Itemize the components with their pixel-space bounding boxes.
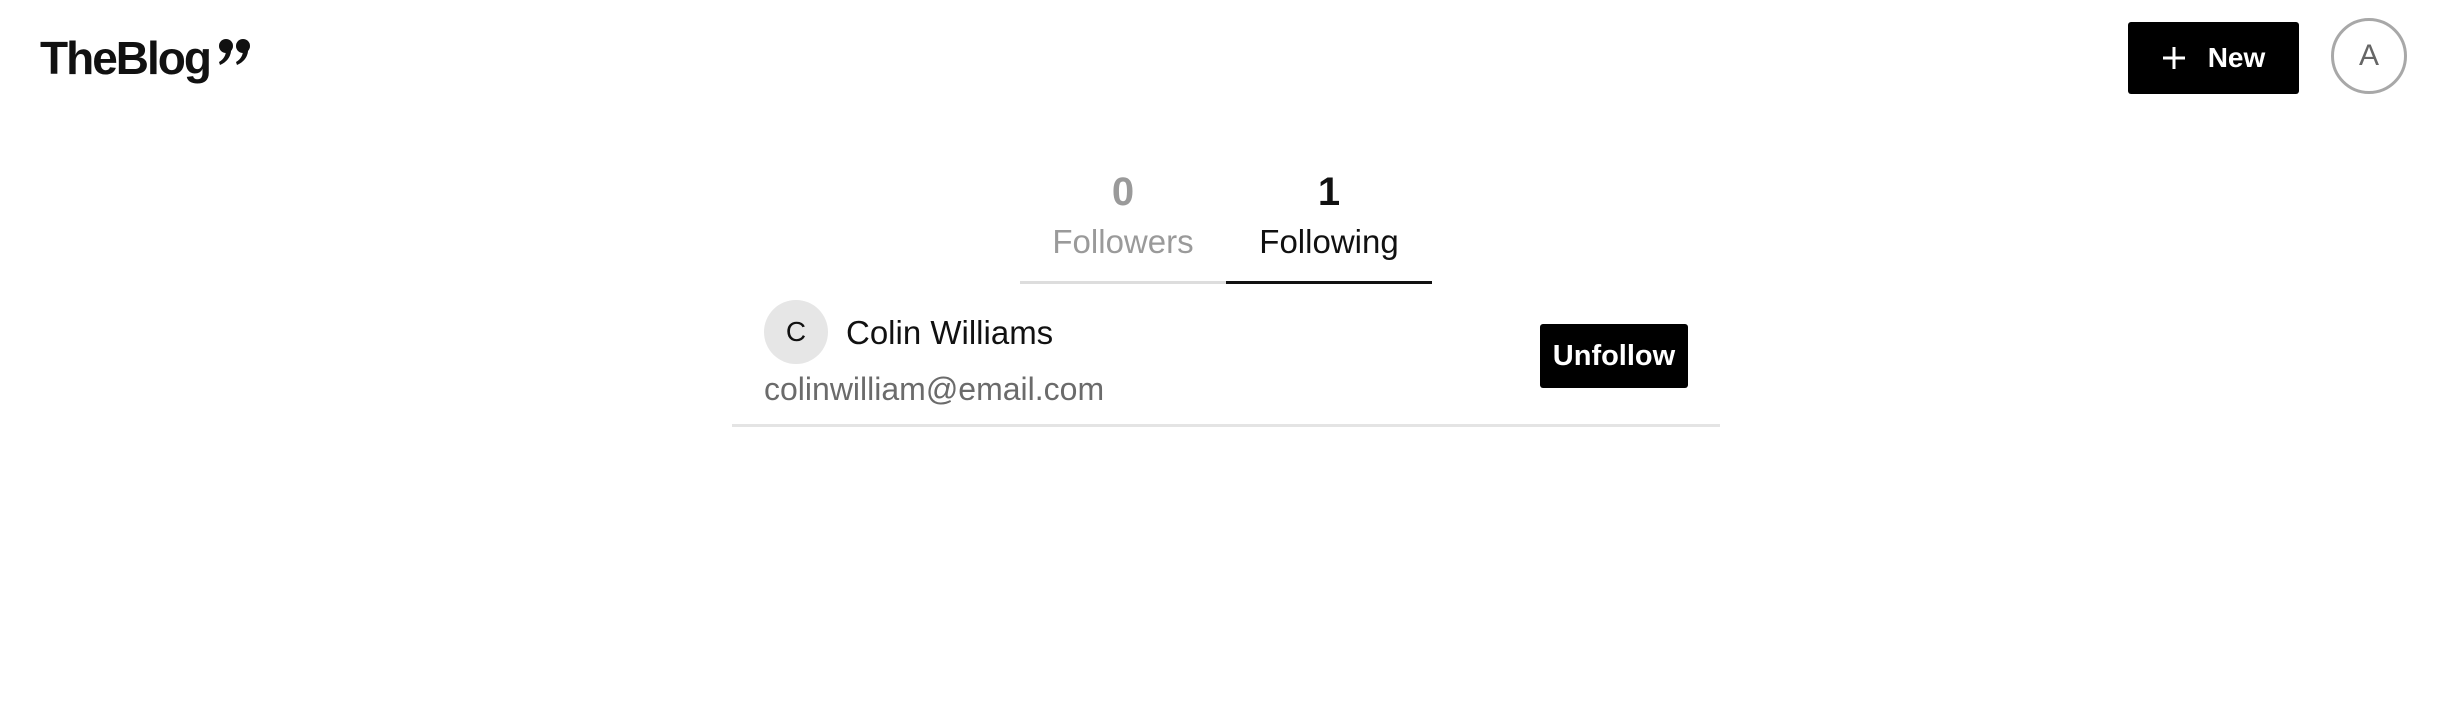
following-count: 1: [1317, 170, 1341, 214]
avatar[interactable]: C: [764, 300, 828, 364]
followers-count: 0: [1111, 170, 1135, 214]
unfollow-button[interactable]: Unfollow: [1540, 324, 1688, 388]
quote-icon: [218, 39, 250, 65]
user-avatar-initial: C: [785, 316, 807, 347]
new-post-button[interactable]: New: [2128, 22, 2299, 94]
new-button-label: New: [2207, 42, 2266, 73]
follow-tabs: 0 Followers 1 Following: [1020, 164, 1432, 286]
list-item: C Colin Williams colinwilliam@email.com …: [732, 290, 1720, 427]
user-avatar-menu[interactable]: A: [2331, 18, 2407, 94]
plus-icon: [2162, 47, 2185, 69]
following-label: Following: [1259, 223, 1399, 260]
followers-label: Followers: [1052, 223, 1194, 260]
logo-text: TheBlog: [40, 32, 212, 84]
avatar-initial: A: [2358, 39, 2379, 72]
following-list: C Colin Williams colinwilliam@email.com …: [732, 290, 1720, 427]
user-email: colinwilliam@email.com: [764, 371, 1105, 407]
tab-followers[interactable]: 0 Followers: [1020, 164, 1226, 284]
logo[interactable]: TheBlog: [40, 28, 252, 88]
top-bar: TheBlog New A: [0, 0, 2452, 120]
tab-following[interactable]: 1 Following: [1226, 164, 1432, 284]
user-name[interactable]: Colin Williams: [846, 312, 1053, 354]
